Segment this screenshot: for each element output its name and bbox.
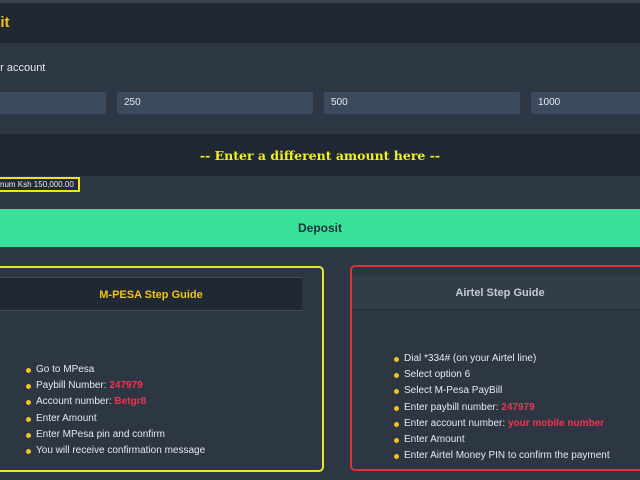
mpesa-step: Enter Amount — [26, 411, 205, 427]
amount-option-1000[interactable]: 1000 — [531, 92, 640, 114]
bullet-icon — [26, 416, 31, 422]
airtel-step: Enter Amount — [394, 432, 610, 448]
bullet-icon — [26, 432, 31, 438]
account-subtitle: ur account — [0, 62, 46, 74]
mpesa-step: Enter MPesa pin and confirm — [26, 427, 205, 443]
airtel-step: Select M-Pesa PayBill — [394, 383, 610, 399]
bullet-icon — [394, 389, 399, 395]
custom-amount-bar — [0, 134, 640, 176]
amount-option-1[interactable] — [0, 92, 106, 114]
bullet-icon — [26, 384, 31, 390]
airtel-step: Enter account number: your mobile number — [394, 416, 610, 432]
mpesa-step: Paybill Number: 247979 — [26, 378, 205, 394]
bullet-icon — [394, 454, 399, 460]
bullet-icon — [26, 448, 31, 454]
mpesa-guide-tab[interactable]: M-PESA Step Guide — [0, 277, 302, 311]
deposit-button[interactable]: Deposit — [0, 209, 640, 247]
mpesa-step: Account number: Betgr8 — [26, 394, 205, 410]
bullet-icon — [394, 405, 399, 411]
bullet-icon — [26, 400, 31, 406]
mpesa-step: You will receive confirmation message — [26, 443, 205, 459]
mpesa-step: Go to MPesa — [26, 362, 205, 378]
maximum-amount-note: num Ksh 150,000.00 — [0, 177, 80, 192]
deposit-header: sit — [0, 3, 640, 43]
mpesa-guide-panel: M-PESA Step Guide Go to MPesa Paybill Nu… — [0, 266, 324, 472]
bullet-icon — [394, 437, 399, 443]
airtel-guide-panel: Airtel Step Guide Dial *334# (on your Ai… — [350, 265, 640, 471]
bullet-icon — [394, 357, 399, 362]
airtel-step: Enter paybill number: 247979 — [394, 400, 610, 416]
bullet-icon — [394, 373, 399, 379]
airtel-guide-tab[interactable]: Airtel Step Guide — [352, 276, 640, 310]
mpesa-steps-list: Go to MPesa Paybill Number: 247979 Accou… — [26, 362, 205, 459]
custom-amount-input[interactable] — [0, 134, 640, 176]
page-title: sit — [0, 14, 10, 31]
amount-option-250[interactable]: 250 — [117, 92, 313, 114]
bullet-icon — [26, 368, 31, 373]
airtel-step: Select option 6 — [394, 367, 610, 383]
bullet-icon — [394, 421, 399, 427]
airtel-step: Dial *334# (on your Airtel line) — [394, 351, 610, 367]
airtel-steps-list: Dial *334# (on your Airtel line) Select … — [394, 351, 610, 464]
airtel-step: Enter Airtel Money PIN to confirm the pa… — [394, 448, 610, 464]
amount-option-500[interactable]: 500 — [324, 92, 520, 114]
airtel-guide-title: Airtel Step Guide — [455, 287, 545, 299]
